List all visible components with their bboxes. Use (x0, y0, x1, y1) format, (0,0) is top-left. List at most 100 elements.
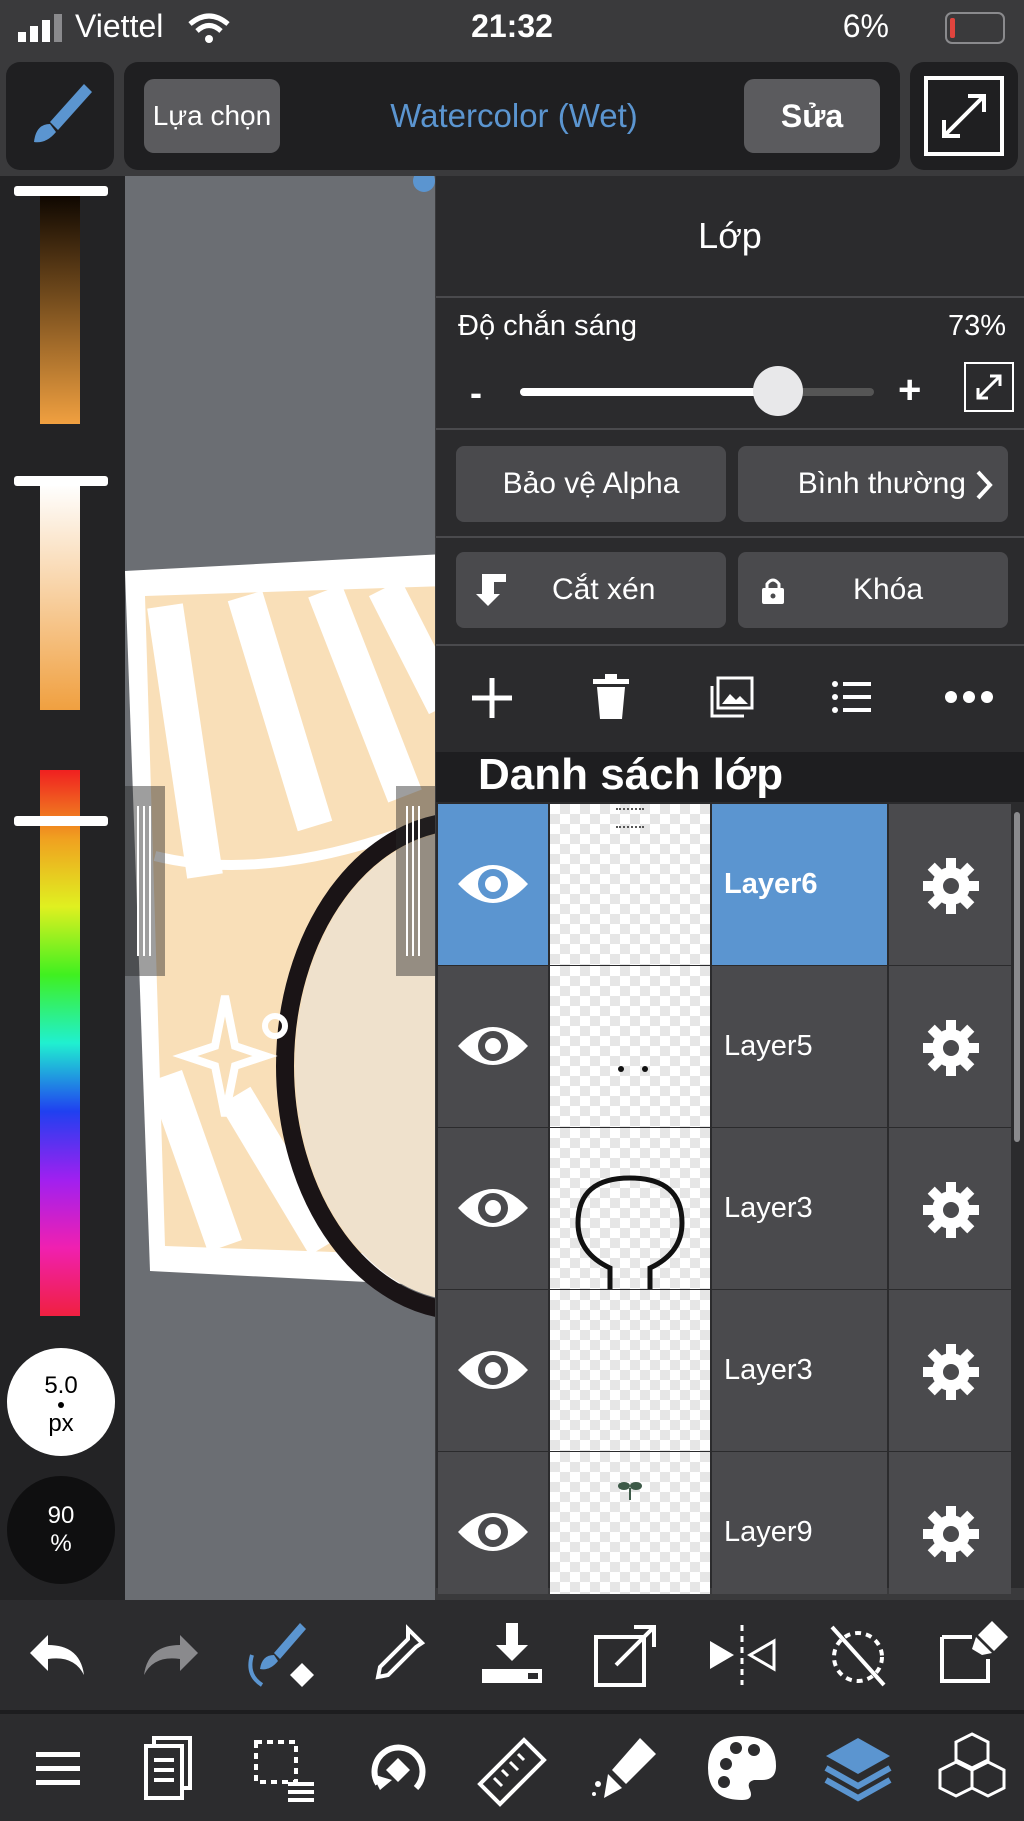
gear-icon (923, 1506, 979, 1562)
opacity-plus-button[interactable]: + (898, 368, 921, 413)
visibility-toggle[interactable] (438, 1128, 548, 1289)
edit-button[interactable]: Sửa (744, 79, 880, 153)
saturation-slider[interactable] (40, 484, 80, 710)
layer-thumbnail[interactable] (550, 1128, 710, 1289)
visibility-toggle[interactable] (438, 804, 548, 965)
status-bar: Viettel 21:32 6% (0, 0, 1024, 56)
menu-icon[interactable] (18, 1728, 98, 1808)
brush-eraser-toggle-icon[interactable] (242, 1615, 322, 1695)
undo-icon[interactable] (18, 1615, 98, 1695)
visibility-toggle[interactable] (438, 1452, 548, 1594)
drawing-canvas[interactable] (125, 176, 435, 1600)
bottom-toolbar-actions (0, 1600, 1024, 1710)
alpha-protect-button[interactable]: Bảo vệ Alpha (456, 446, 726, 522)
eyedropper-icon[interactable] (358, 1615, 438, 1695)
top-toolbar: Lựa chọn Watercolor (Wet) Sửa (0, 56, 1024, 176)
redo-icon[interactable] (130, 1615, 210, 1695)
eraser-edit-icon[interactable] (932, 1615, 1012, 1695)
fullscreen-button[interactable] (910, 62, 1018, 170)
save-download-icon[interactable] (472, 1615, 552, 1695)
layer-name[interactable]: Layer3 (712, 1128, 887, 1289)
brush-opacity-value: 90 (47, 1502, 75, 1529)
layer-settings-button[interactable] (889, 804, 1011, 965)
left-drawer-handle[interactable] (125, 786, 165, 976)
hue-handle[interactable] (14, 816, 108, 826)
lock-button[interactable]: Khóa (738, 552, 1008, 628)
layer-row[interactable]: Layer3 (438, 1290, 1024, 1453)
brush-size-value: 5.0 (44, 1372, 78, 1399)
layer-row[interactable]: Layer6 (438, 804, 1024, 967)
layer-settings-button[interactable] (889, 1452, 1011, 1594)
battery-percent: 6% (842, 8, 889, 44)
layer-panel: Lớp Độ chắn sáng 73% - + Bảo vệ Alpha Bì… (436, 176, 1024, 1594)
opacity-slider-knob[interactable] (753, 366, 804, 416)
layers-icon[interactable] (818, 1728, 898, 1808)
battery-icon (945, 12, 1005, 44)
3d-material-icon[interactable] (932, 1728, 1012, 1808)
clipping-label: Cắt xén (552, 573, 656, 606)
select-button[interactable]: Lựa chọn (144, 79, 280, 153)
layer-row[interactable]: Layer3 (438, 1128, 1024, 1291)
flip-horizontal-icon[interactable] (702, 1615, 782, 1695)
layer-thumbnail[interactable] (550, 804, 710, 965)
opacity-value: 73% (947, 310, 1006, 342)
selection-menu-icon[interactable] (242, 1728, 322, 1808)
color-palette-icon[interactable] (702, 1728, 782, 1808)
rotate-reset-icon[interactable] (818, 1615, 898, 1695)
right-drawer-handle[interactable] (396, 786, 435, 976)
add-layer-icon[interactable] (470, 676, 514, 720)
gear-icon (923, 1182, 979, 1238)
brightness-handle[interactable] (14, 186, 108, 196)
ruler-icon[interactable] (472, 1728, 552, 1808)
thumb-sprout (618, 1482, 642, 1500)
brush-name[interactable]: Watercolor (Wet) (284, 62, 744, 170)
layer-thumbnail[interactable] (550, 1290, 710, 1451)
hue-slider[interactable] (40, 770, 80, 1316)
layer-settings-button[interactable] (889, 1290, 1011, 1451)
opacity-slider[interactable] (520, 366, 874, 416)
more-icon[interactable] (944, 690, 994, 704)
pages-icon[interactable] (130, 1728, 210, 1808)
brush-opacity-indicator[interactable]: 90 % (7, 1476, 115, 1584)
layer-list-icon[interactable] (831, 680, 871, 714)
divider (436, 296, 1024, 298)
eye-icon (458, 1351, 528, 1389)
opacity-label: Độ chắn sáng (458, 310, 637, 342)
layer-name[interactable]: Layer9 (712, 1452, 887, 1594)
layer-list-scrollbar[interactable] (1014, 812, 1020, 1142)
brightness-slider[interactable] (40, 194, 80, 424)
eye-icon (458, 1189, 528, 1227)
blend-mode-button[interactable]: Bình thường (738, 446, 1008, 522)
trash-icon[interactable] (591, 673, 631, 721)
transform-icon[interactable] (586, 1615, 666, 1695)
artwork (125, 554, 435, 1317)
visibility-toggle[interactable] (438, 1290, 548, 1451)
layer-row[interactable]: Layer9 (438, 1452, 1024, 1594)
visibility-toggle[interactable] (438, 966, 548, 1127)
layer-list[interactable]: Layer6 Layer5 Layer3 Layer3 Layer9 (438, 804, 1024, 1594)
layer-name[interactable]: Layer5 (712, 966, 887, 1127)
opacity-minus-button[interactable]: - (470, 372, 482, 414)
clipping-button[interactable]: Cắt xén (456, 552, 726, 628)
blend-mode-label: Bình thường (797, 467, 966, 500)
material-fill-icon[interactable] (586, 1728, 666, 1808)
layer-settings-button[interactable] (889, 966, 1011, 1127)
layer-thumbnail[interactable] (550, 1452, 710, 1594)
layer-settings-button[interactable] (889, 1128, 1011, 1289)
opacity-expand-button[interactable] (964, 362, 1014, 412)
rotate-canvas-icon[interactable] (358, 1728, 438, 1808)
layer-name[interactable]: Layer6 (712, 804, 887, 965)
layer-thumbnail[interactable] (550, 966, 710, 1127)
saturation-handle[interactable] (14, 476, 108, 486)
layer-name[interactable]: Layer3 (712, 1290, 887, 1451)
divider (436, 536, 1024, 538)
brush-size-indicator[interactable]: 5.0 px (7, 1348, 115, 1456)
layer-image-icon[interactable] (710, 676, 754, 718)
layer-row[interactable]: Layer5 (438, 966, 1024, 1129)
eye-icon (458, 1027, 528, 1065)
bottom-toolbar-menus (0, 1714, 1024, 1821)
layer-list-title: Danh sách lớp (478, 750, 784, 799)
gear-icon (923, 858, 979, 914)
brush-tool-button[interactable] (6, 62, 114, 170)
brush-dot-icon (58, 1402, 64, 1408)
